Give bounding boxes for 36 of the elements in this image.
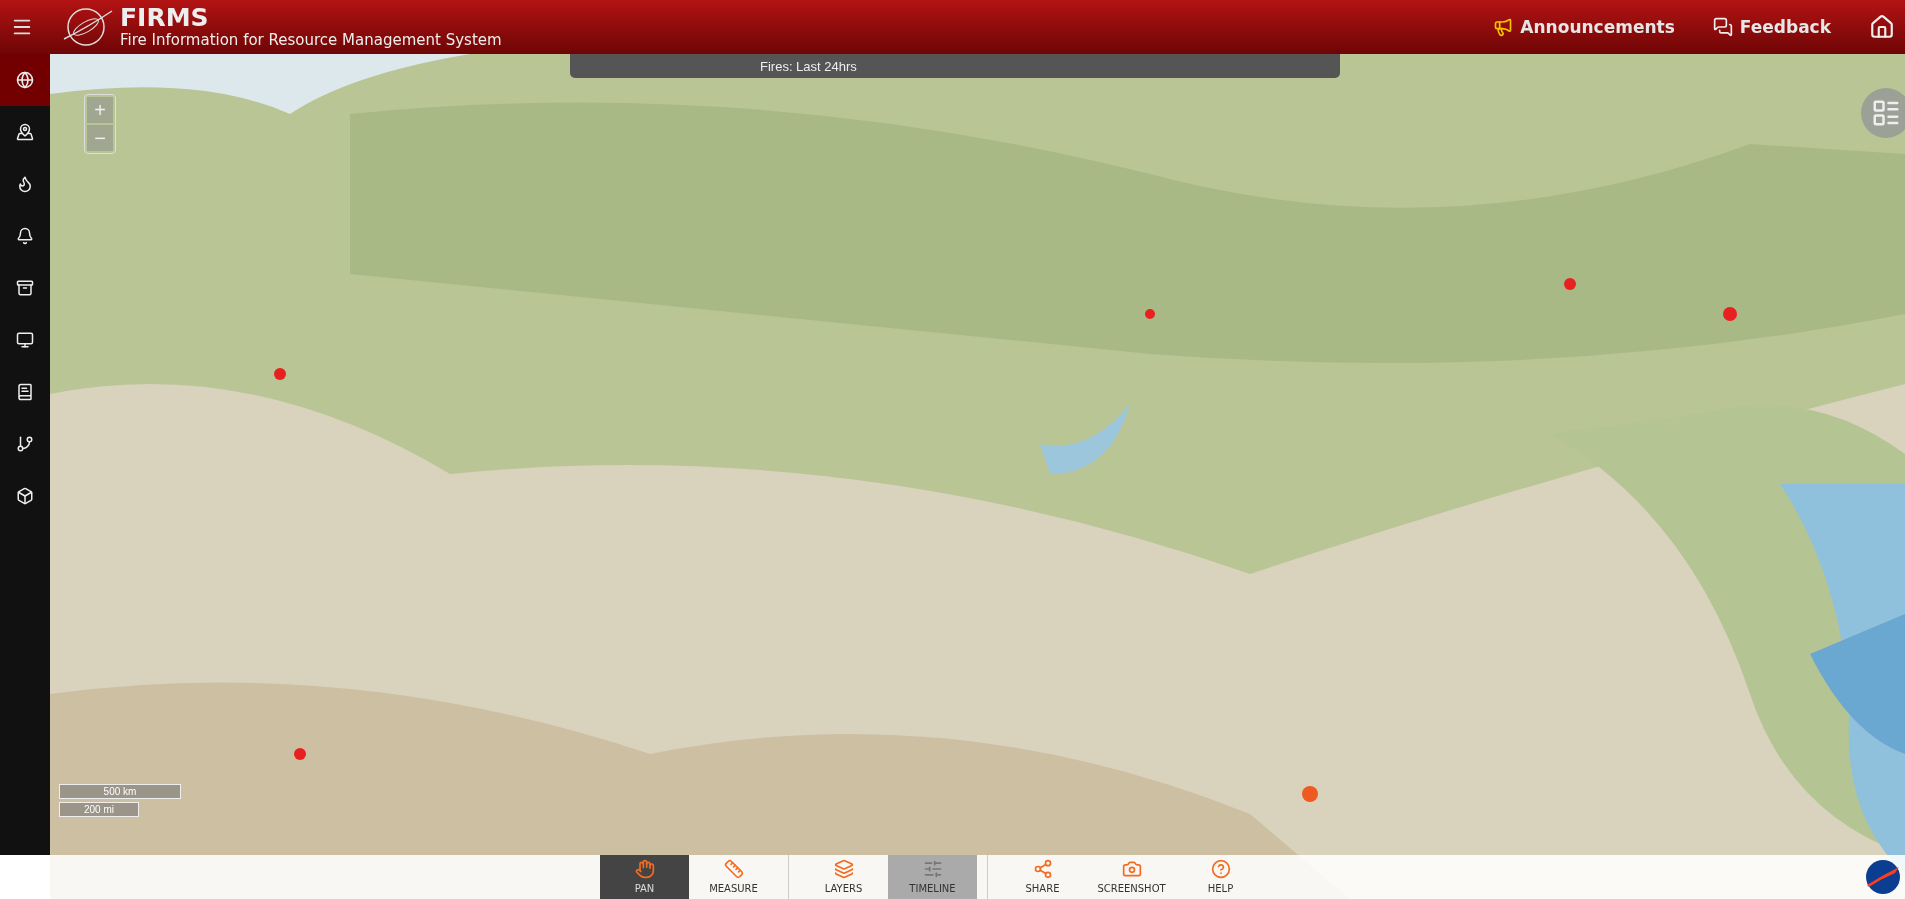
toolbar-button[interactable]: SHARE [998,855,1087,899]
feedback-link[interactable]: Feedback [1712,17,1831,37]
hand-icon [634,859,655,879]
ruler-icon [723,859,744,879]
toolbar-button[interactable]: HELP [1176,855,1265,899]
archive-icon [16,279,34,297]
table-icon [1871,98,1901,128]
camera-icon [1121,859,1142,879]
megaphone-icon [1493,17,1514,37]
logo-icon [1865,859,1901,895]
app-subtitle: Fire Information for Resource Management System [120,31,502,49]
home-icon[interactable] [1869,14,1895,40]
cube-icon [16,487,34,505]
toolbar-button[interactable]: PAN [600,855,689,899]
app-title: FIRMS [120,5,210,31]
toolbar-button[interactable]: MEASURE [689,855,778,899]
sliders-icon [922,859,943,879]
layer-banner: Fires: Last 24hrs [570,54,1340,78]
share-icon [1032,859,1053,879]
branch-icon [16,435,34,453]
help-icon [1210,859,1231,879]
monitor-icon [16,331,34,349]
globe-icon [16,71,34,89]
book-icon [16,383,34,401]
logo-icon [62,5,114,49]
sidebar-item[interactable] [0,54,50,106]
scale-bar: 200 mi [59,802,139,817]
announcements-link[interactable]: Announcements [1493,17,1675,37]
map-pin-icon [16,123,34,141]
toolbar-button[interactable]: LAYERS [799,855,888,899]
chat-icon [1712,17,1733,37]
flame-icon [16,175,34,193]
layers-icon [833,859,854,879]
scale-bar: 500 km [59,784,181,799]
bell-icon [16,227,34,245]
toolbar-button[interactable]: SCREENSHOT [1087,855,1176,899]
